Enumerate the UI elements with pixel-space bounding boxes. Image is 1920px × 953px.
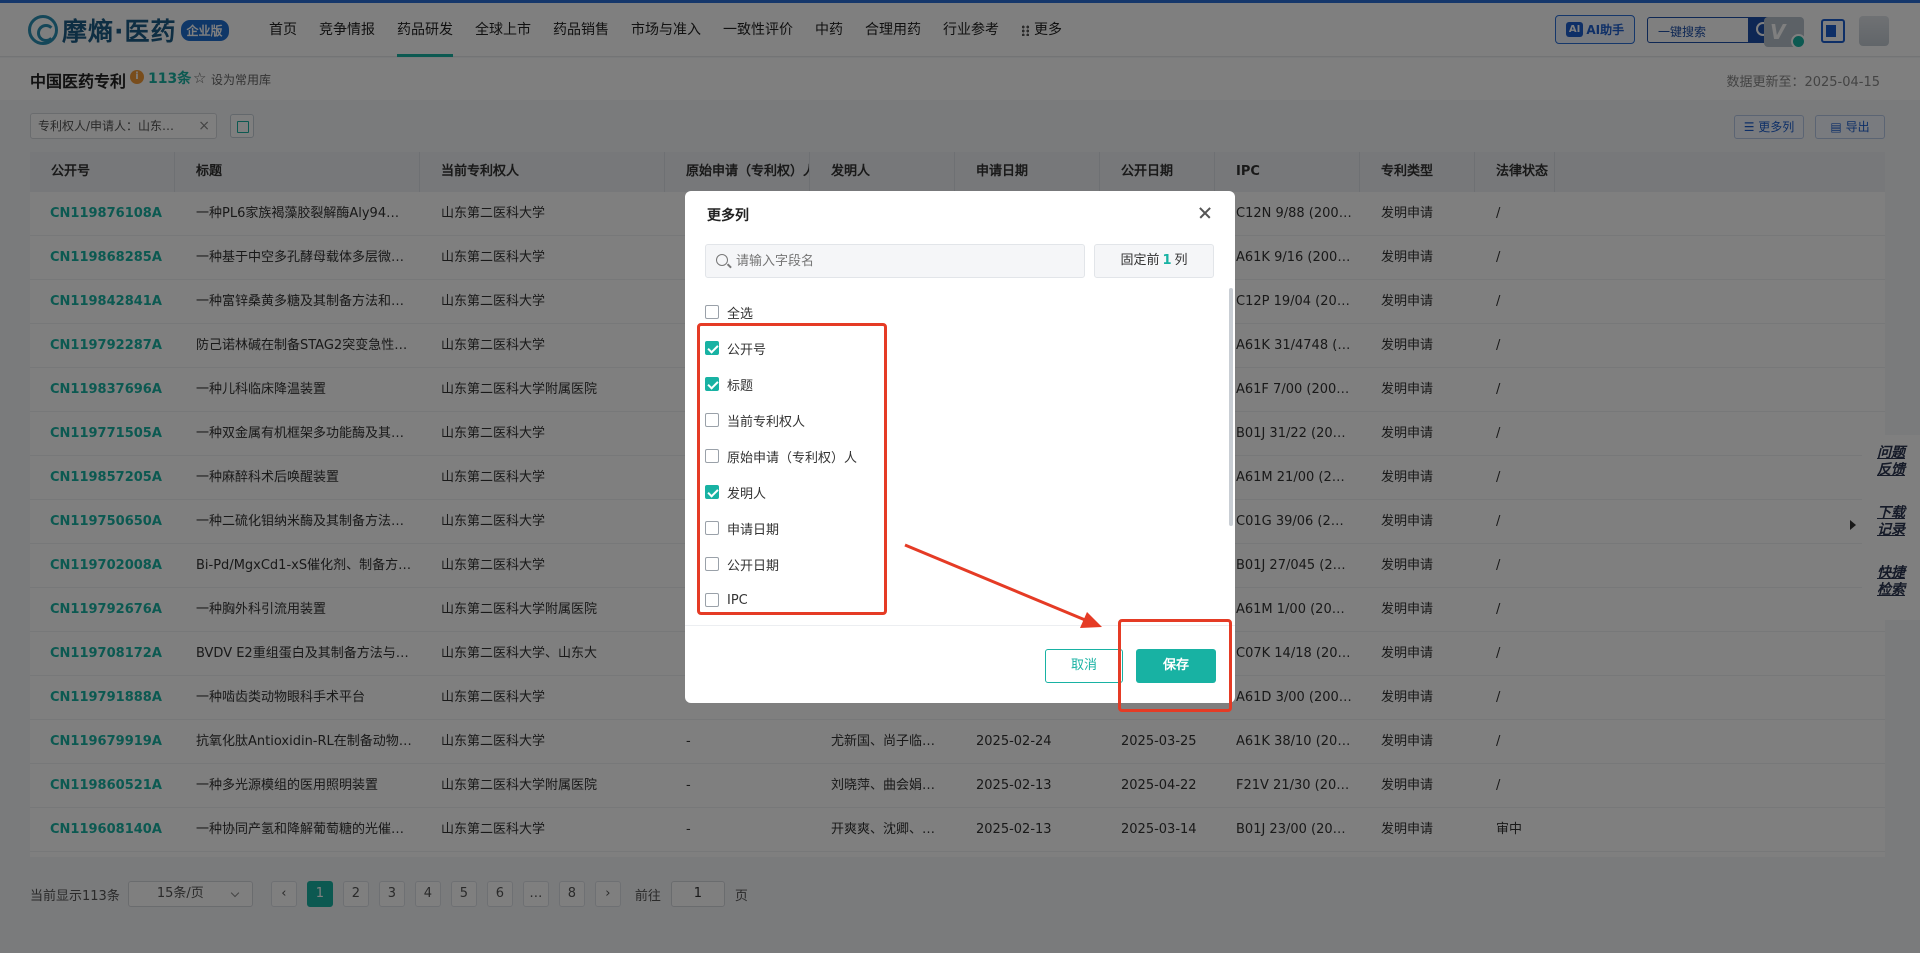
annotation-arrow-icon: [904, 543, 1102, 628]
